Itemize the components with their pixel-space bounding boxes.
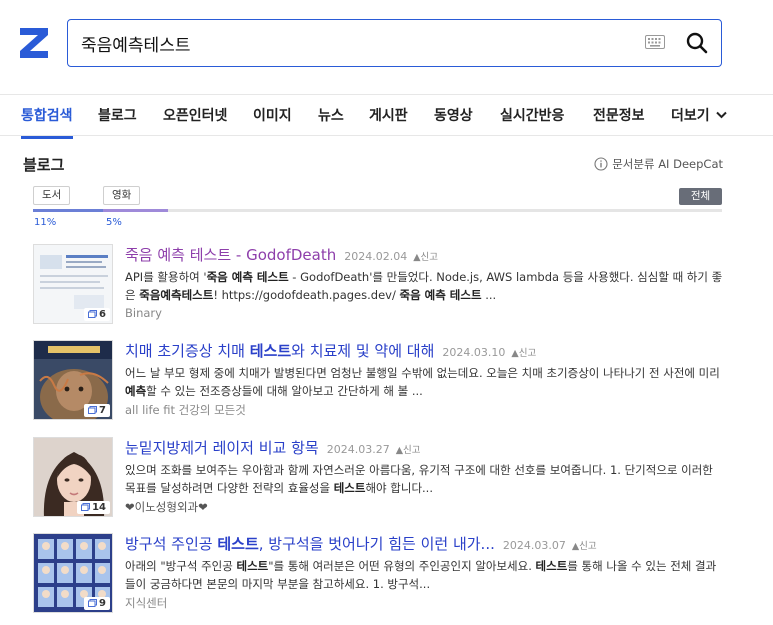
report-label: 신고	[403, 445, 421, 456]
image-count: 9	[99, 598, 106, 609]
filter-percent-books: 11%	[34, 217, 57, 228]
tab-image[interactable]: 이미지	[253, 105, 292, 125]
desc-highlight: 죽음예측테스트	[139, 288, 214, 302]
desc-highlight: 죽음 예측 테스트	[206, 270, 289, 284]
deepcat-classifier[interactable]: 문서분류 AI DeepCat	[594, 156, 723, 172]
result-title[interactable]: 치매 초기증상 치매 테스트와 치료제 및 약에 대해 2024.03.10 ▲신고	[125, 340, 536, 361]
images-icon	[81, 503, 91, 511]
result-title-text: - GodofDeath	[231, 246, 337, 264]
result-date: 2024.02.04	[344, 250, 408, 263]
result-title-text: 죽음 예측 테스트	[125, 246, 232, 264]
desc-text: 해야 합니다...	[365, 481, 433, 495]
tab-more-label: 더보기	[671, 108, 710, 124]
desc-text: 어느 날 부모 형제 중에 치매가 발병된다면 엄청난 불행일 수밖에 없는데요…	[125, 366, 720, 380]
result-title-highlight: 테스트	[249, 342, 292, 360]
result-date: 2024.03.07	[502, 539, 566, 552]
desc-highlight: 예측	[125, 384, 147, 398]
desc-text: "를 통해 여러분은 어떤 유형의 주인공인지 알아보세요.	[268, 559, 536, 573]
tab-news[interactable]: 뉴스	[318, 105, 344, 125]
desc-highlight: 테스트	[535, 559, 568, 573]
tab-more[interactable]: 더보기	[671, 105, 727, 125]
desc-highlight: 테스트	[236, 559, 269, 573]
images-icon	[88, 310, 98, 318]
result-thumbnail[interactable]: 6	[33, 244, 113, 324]
tab-realtime[interactable]: 실시간반응	[500, 105, 564, 125]
tab-blog[interactable]: 블로그	[98, 105, 137, 125]
result-description: API를 활용하여 '죽음 예측 테스트 - GodofDeath'를 만들었다…	[125, 268, 723, 304]
result-date: 2024.03.10	[442, 346, 506, 359]
report-link[interactable]: ▲신고	[511, 348, 536, 359]
filter-chip-movies[interactable]: 영화	[103, 186, 141, 205]
deepcat-label: 문서분류 AI DeepCat	[612, 157, 723, 171]
result-source[interactable]: ❤이노성형외과❤	[125, 499, 208, 515]
section-title: 블로그	[23, 156, 65, 174]
image-count: 7	[99, 405, 106, 416]
result-title[interactable]: 죽음 예측 테스트 - GodofDeath 2024.02.04 ▲신고	[125, 244, 438, 265]
report-label: 신고	[518, 348, 537, 359]
result-title[interactable]: 방구석 주인공 테스트, 방구석을 벗어나기 힘든 이런 내가... 2024.0…	[125, 533, 597, 554]
result-item: 9 방구석 주인공 테스트, 방구석을 벗어나기 힘든 이런 내가... 2024…	[33, 533, 723, 615]
chevron-down-icon	[715, 111, 727, 119]
result-title-highlight: 테스트	[217, 535, 259, 553]
image-count-badge: 7	[84, 404, 110, 417]
desc-highlight: 죽음 예측 테스트	[399, 288, 482, 302]
tab-board[interactable]: 게시판	[369, 105, 408, 125]
keyboard-icon[interactable]	[645, 35, 665, 49]
tab-video[interactable]: 동영상	[434, 105, 473, 125]
result-title[interactable]: 눈밑지방제거 레이저 비교 항목 2024.03.27 ▲신고	[125, 437, 421, 458]
search-input[interactable]	[81, 29, 621, 57]
result-title-text: 와 치료제 및 약에 대해	[291, 342, 435, 360]
report-link[interactable]: ▲신고	[413, 252, 438, 263]
result-title-text: 치매 초기증상 치매	[125, 342, 250, 360]
report-label: 신고	[579, 541, 597, 552]
result-description: 아래의 "방구석 주인공 테스트"를 통해 여러분은 어떤 유형의 주인공인지 …	[125, 557, 723, 593]
search-tabs: 통합검색 블로그 오픈인터넷 이미지 뉴스 게시판 동영상 실시간반응 전문정보…	[0, 94, 773, 139]
result-thumbnail[interactable]: 7	[33, 340, 113, 420]
desc-text: 아래의 "방구석 주인공	[125, 559, 237, 573]
images-icon	[88, 406, 98, 414]
image-count: 6	[99, 309, 106, 320]
result-description: 있으며 조화를 보여주는 우아함과 함께 자연스러운 아름다움, 유기적 구조에…	[125, 461, 723, 497]
desc-highlight: 테스트	[333, 481, 366, 495]
result-item: 6 죽음 예측 테스트 - GodofDeath 2024.02.04 ▲신고 AP…	[33, 244, 723, 326]
image-count-badge: 9	[84, 597, 110, 610]
result-title-text: 눈밑지방제거 레이저 비교 항목	[125, 439, 319, 457]
header	[0, 0, 773, 90]
report-label: 신고	[420, 252, 439, 263]
result-source[interactable]: Binary	[125, 306, 162, 320]
result-title-text: , 방구석을 벗어나기 힘든 이런 내가...	[258, 535, 495, 553]
filter-bar-movies	[103, 209, 168, 212]
search-icon[interactable]	[684, 30, 710, 56]
image-count-badge: 14	[77, 501, 110, 514]
result-source[interactable]: all life fit 건강의 모든것	[125, 402, 246, 418]
images-icon	[88, 599, 98, 607]
result-title-text: 방구석 주인공	[125, 535, 218, 553]
filter-percent-movies: 5%	[106, 217, 122, 228]
filter-chip-books[interactable]: 도서	[33, 186, 71, 205]
result-date: 2024.03.27	[326, 443, 390, 456]
desc-text: API를 활용하여 '	[125, 270, 207, 284]
result-thumbnail[interactable]: 9	[33, 533, 113, 613]
filter-bar-books	[33, 209, 103, 212]
tab-integrated[interactable]: 통합검색	[21, 105, 73, 139]
desc-text: ...	[481, 288, 497, 302]
search-box	[67, 19, 722, 67]
report-link[interactable]: ▲신고	[572, 541, 597, 552]
tab-expert[interactable]: 전문정보	[593, 105, 645, 125]
image-count: 14	[92, 502, 106, 513]
report-link[interactable]: ▲신고	[396, 445, 421, 456]
desc-text: ! https://godofdeath.pages.dev/	[213, 288, 400, 302]
tab-open-internet[interactable]: 오픈인터넷	[163, 105, 227, 125]
result-source[interactable]: 지식센터	[125, 595, 167, 611]
filter-all-button[interactable]: 전체	[679, 188, 722, 205]
image-count-badge: 6	[84, 308, 110, 321]
desc-text: 할 수 있는 전조증상들에 대해 알아보고 간단하게 해 볼 ...	[146, 384, 423, 398]
zum-logo[interactable]	[15, 24, 53, 62]
result-thumbnail[interactable]: 14	[33, 437, 113, 517]
result-description: 어느 날 부모 형제 중에 치매가 발병된다면 엄청난 불행일 수밖에 없는데요…	[125, 364, 723, 400]
category-filter: 도서 영화 11% 5% 전체	[33, 186, 722, 231]
info-icon	[594, 157, 608, 171]
result-item: 14 눈밑지방제거 레이저 비교 항목 2024.03.27 ▲신고 있으며 조화를…	[33, 437, 723, 519]
result-item: 7 치매 초기증상 치매 테스트와 치료제 및 약에 대해 2024.03.10 ▲…	[33, 340, 723, 422]
